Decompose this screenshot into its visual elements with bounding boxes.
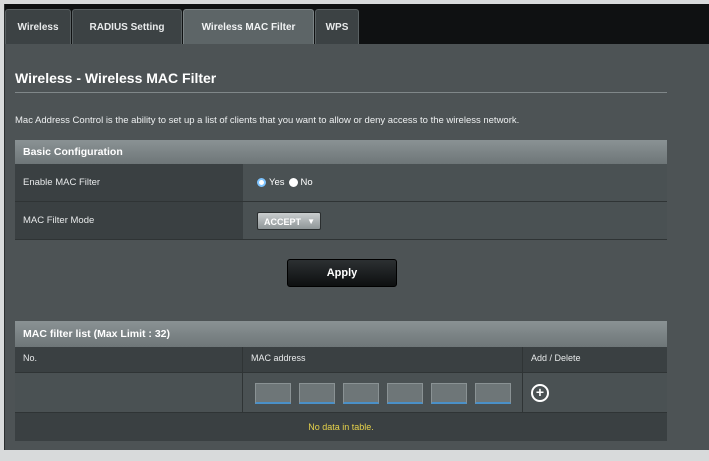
radio-no[interactable]: [288, 178, 298, 187]
empty-table-message: No data in table.: [15, 413, 667, 441]
divider: [15, 92, 667, 93]
page-title: Wireless - Wireless MAC Filter: [15, 70, 217, 86]
mac-filter-mode-select[interactable]: ACCEPT ▼: [257, 211, 321, 230]
enable-mac-filter-label: Enable MAC Filter: [15, 164, 243, 201]
tab-wireless[interactable]: Wireless: [5, 9, 71, 44]
mac-octet-input-5[interactable]: [431, 383, 467, 404]
col-mac-address: MAC address: [243, 347, 523, 373]
apply-button[interactable]: Apply: [287, 259, 397, 287]
mac-octet-input-3[interactable]: [343, 383, 379, 404]
mac-address-cell: [243, 373, 523, 413]
col-no: No.: [15, 347, 243, 373]
mac-filter-mode-label: MAC Filter Mode: [15, 202, 243, 239]
mac-octet-input-4[interactable]: [387, 383, 423, 404]
mac-octet-input-1[interactable]: [255, 383, 291, 404]
add-icon[interactable]: +: [531, 384, 549, 402]
tab-wps[interactable]: WPS: [315, 9, 359, 44]
radio-yes-label[interactable]: Yes: [269, 177, 285, 188]
enable-mac-filter-row: Enable MAC Filter Yes No: [15, 164, 667, 202]
tab-wireless-mac-filter[interactable]: Wireless MAC Filter: [183, 9, 314, 44]
chevron-down-icon: ▼: [307, 216, 315, 226]
entry-no-cell: [15, 373, 243, 413]
mac-filter-mode-row: MAC Filter Mode ACCEPT ▼: [15, 202, 667, 240]
radio-no-label[interactable]: No: [301, 177, 313, 188]
enable-mac-filter-value: Yes No: [243, 164, 667, 201]
mac-filter-mode-value: ACCEPT ▼: [243, 202, 667, 239]
select-value: ACCEPT: [264, 216, 302, 227]
radio-yes[interactable]: [257, 178, 266, 187]
mac-list-header: MAC filter list (Max Limit : 32): [15, 321, 667, 347]
content-frame: Wireless RADIUS Setting Wireless MAC Fil…: [4, 4, 709, 450]
col-add-delete: Add / Delete: [531, 353, 581, 363]
page-description: Mac Address Control is the ability to se…: [15, 115, 520, 126]
tab-radius-setting[interactable]: RADIUS Setting: [72, 9, 182, 44]
tab-bar: Wireless RADIUS Setting Wireless MAC Fil…: [5, 4, 709, 44]
mac-octet-input-2[interactable]: [299, 383, 335, 404]
mac-octet-input-6[interactable]: [475, 383, 511, 404]
mac-entry-row: [15, 373, 667, 413]
basic-config-header: Basic Configuration: [15, 140, 667, 164]
mac-list-table-header: No. MAC address Add / Delete: [15, 347, 667, 373]
